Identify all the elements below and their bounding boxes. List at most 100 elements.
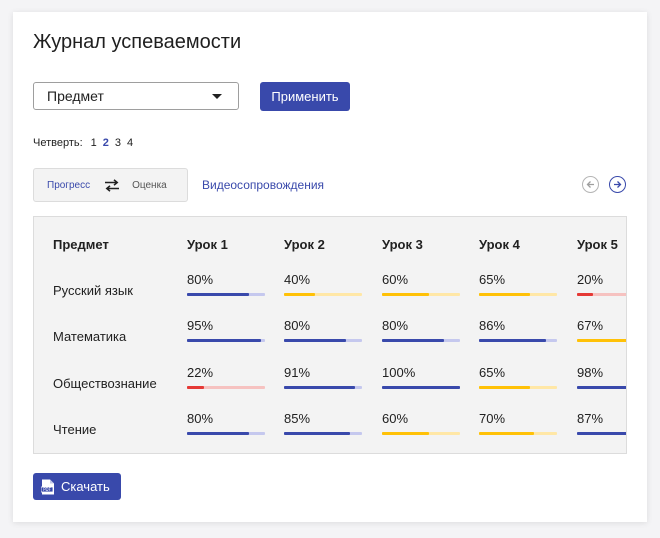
score-value: 91% (284, 365, 311, 380)
progress-bar (577, 432, 626, 435)
score-cell[interactable]: 98% (577, 365, 626, 389)
score-cell[interactable]: 65% (479, 365, 557, 389)
score-cell[interactable]: 85% (284, 411, 362, 435)
progress-bar (479, 432, 557, 435)
progress-bar (187, 432, 265, 435)
progress-bar (382, 386, 460, 389)
score-cell[interactable]: 22% (187, 365, 265, 389)
progress-bar (284, 386, 362, 389)
subject-select-value: Предмет (47, 88, 104, 104)
score-value: 40% (284, 272, 311, 287)
progress-bar-fill (479, 432, 534, 435)
score-value: 67% (577, 318, 604, 333)
quarter-option-4[interactable]: 4 (127, 137, 133, 149)
progress-bar-fill (577, 386, 626, 389)
quarter-selector: Четверть: 1 2 3 4 (33, 137, 133, 149)
progress-bar (187, 339, 265, 342)
progress-bar (577, 386, 626, 389)
score-cell[interactable]: 70% (479, 411, 557, 435)
table-row: Чтение 80% 85% 60% 70% 87% (34, 411, 626, 451)
grid-header-row: Предмет Урок 1 Урок 2 Урок 3 Урок 4 Урок… (34, 237, 626, 277)
score-cell[interactable]: 67% (577, 318, 626, 342)
progress-bar (187, 293, 265, 296)
score-value: 60% (382, 272, 409, 287)
svg-text:PDF: PDF (43, 487, 51, 492)
progress-bar-fill (187, 293, 250, 296)
progress-bar-fill (382, 432, 429, 435)
score-cell[interactable]: 60% (382, 411, 460, 435)
page-title: Журнал успеваемости (33, 31, 242, 53)
download-button[interactable]: PDF Скачать (33, 473, 121, 500)
progress-bar-fill (577, 339, 626, 342)
progress-bar-fill (187, 432, 250, 435)
progress-bar (284, 293, 362, 296)
toggle-grade[interactable]: Оценка (132, 180, 167, 191)
score-cell[interactable]: 91% (284, 365, 362, 389)
progress-bar-fill (479, 339, 547, 342)
progress-bar-fill (284, 432, 351, 435)
lesson-header-1: Урок 1 (187, 237, 228, 252)
score-cell[interactable]: 80% (187, 411, 265, 435)
score-value: 65% (479, 272, 506, 287)
apply-button[interactable]: Применить (260, 82, 350, 111)
progress-bar-fill (382, 386, 460, 389)
score-cell[interactable]: 80% (382, 318, 460, 342)
score-cell[interactable]: 80% (284, 318, 362, 342)
score-cell[interactable]: 100% (382, 365, 460, 389)
progress-bar-fill (577, 293, 593, 296)
download-label: Скачать (61, 479, 110, 494)
score-cell[interactable]: 40% (284, 272, 362, 296)
lesson-header-4: Урок 4 (479, 237, 520, 252)
score-value: 98% (577, 365, 604, 380)
score-value: 80% (187, 272, 214, 287)
subject-select[interactable]: Предмет (33, 82, 239, 110)
score-cell[interactable]: 95% (187, 318, 265, 342)
score-cell[interactable]: 65% (479, 272, 557, 296)
progress-bar (479, 386, 557, 389)
lesson-header-2: Урок 2 (284, 237, 325, 252)
subject-column-header: Предмет (53, 237, 109, 252)
progress-bar (187, 386, 265, 389)
progress-bar (479, 293, 557, 296)
progress-bar-fill (187, 386, 205, 389)
progress-bar-fill (479, 293, 530, 296)
score-cell[interactable]: 60% (382, 272, 460, 296)
chevron-down-icon (212, 93, 222, 99)
arrow-right-circle-icon[interactable] (609, 176, 626, 193)
score-cell[interactable]: 20% (577, 272, 626, 296)
table-row: Обществознание 22% 91% 100% 65% 98% (34, 365, 626, 405)
quarter-option-2[interactable]: 2 (103, 137, 109, 149)
score-value: 86% (479, 318, 506, 333)
video-support-link[interactable]: Видеосопровождения (202, 178, 324, 192)
score-value: 80% (284, 318, 311, 333)
score-value: 65% (479, 365, 506, 380)
score-value: 85% (284, 411, 311, 426)
score-cell[interactable]: 80% (187, 272, 265, 296)
progress-bar (479, 339, 557, 342)
score-value: 95% (187, 318, 214, 333)
score-value: 80% (382, 318, 409, 333)
score-value: 80% (187, 411, 214, 426)
score-cell[interactable]: 86% (479, 318, 557, 342)
score-cell[interactable]: 87% (577, 411, 626, 435)
quarter-option-1[interactable]: 1 (91, 137, 97, 149)
subject-name: Чтение (53, 422, 97, 437)
progress-bar (284, 432, 362, 435)
progress-bar-fill (284, 293, 316, 296)
subject-name: Русский язык (53, 283, 133, 298)
table-row: Математика 95% 80% 80% 86% 67% (34, 318, 626, 358)
progress-bar-fill (187, 339, 262, 342)
toggle-progress[interactable]: Прогресс (47, 180, 90, 191)
swap-arrows-icon[interactable] (104, 178, 120, 192)
score-value: 22% (187, 365, 214, 380)
arrow-left-circle-icon[interactable] (582, 176, 599, 193)
progress-bar (382, 432, 460, 435)
lesson-header-3: Урок 3 (382, 237, 423, 252)
view-toggle: Прогресс Оценка (33, 168, 188, 202)
score-value: 20% (577, 272, 604, 287)
grades-grid: Предмет Урок 1 Урок 2 Урок 3 Урок 4 Урок… (33, 216, 627, 454)
quarter-label: Четверть: (33, 137, 83, 149)
score-value: 60% (382, 411, 409, 426)
lesson-header-5: Урок 5 (577, 237, 618, 252)
quarter-option-3[interactable]: 3 (115, 137, 121, 149)
